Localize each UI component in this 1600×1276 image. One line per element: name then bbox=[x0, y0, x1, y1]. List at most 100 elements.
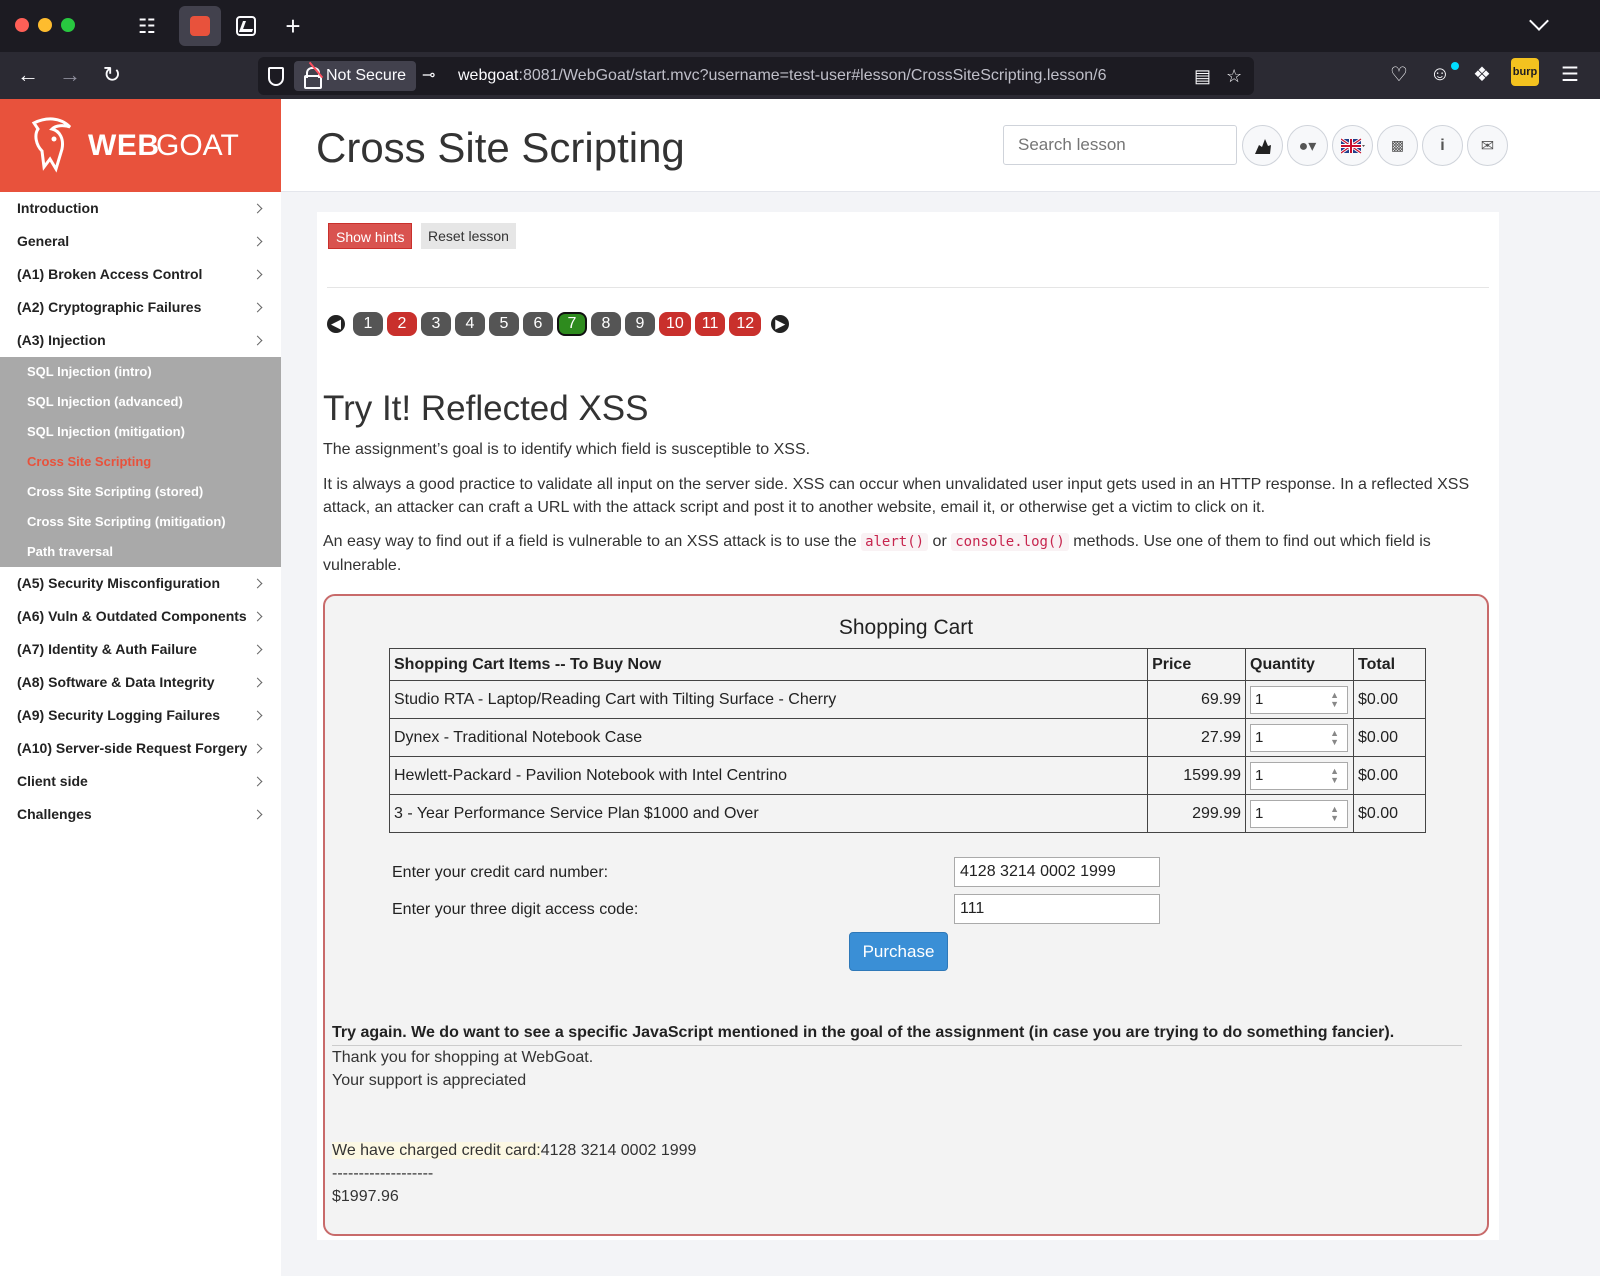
item-cell: Studio RTA - Laptop/Reading Cart with Ti… bbox=[388, 680, 1149, 719]
webgoat-favicon-icon bbox=[190, 16, 210, 36]
total-cell: $0.00 bbox=[1353, 794, 1426, 833]
language-button[interactable] bbox=[1332, 125, 1373, 166]
page-title: Cross Site Scripting bbox=[316, 124, 685, 171]
sidebar-item-software-data-integrity[interactable]: (A8) Software & Data Integrity bbox=[0, 666, 281, 699]
sidebar-item-general[interactable]: General bbox=[0, 225, 281, 258]
submenu-item-sql-injection-intro[interactable]: SQL Injection (intro) bbox=[0, 357, 281, 387]
stepper-arrows-icon[interactable]: ▲ ▼ bbox=[1330, 766, 1339, 785]
about-button[interactable]: i bbox=[1422, 125, 1463, 166]
maximize-window-button[interactable] bbox=[61, 18, 75, 32]
page-button-9[interactable]: 9 bbox=[625, 312, 655, 336]
wolf-icon bbox=[1254, 138, 1271, 154]
sidebar-item-label: (A9) Security Logging Failures bbox=[17, 707, 221, 723]
credit-card-input[interactable]: 4128 3214 0002 1999 bbox=[954, 857, 1160, 887]
sidebar-item-security-logging-failures[interactable]: (A9) Security Logging Failures bbox=[0, 699, 281, 732]
quantity-stepper[interactable]: 1 ▲ ▼ bbox=[1250, 799, 1349, 828]
sidebar-item-cryptographic-failures[interactable]: (A2) Cryptographic Failures bbox=[0, 291, 281, 324]
user-menu-button[interactable]: ●▾ bbox=[1287, 125, 1328, 166]
lesson-content: Show hints Reset lesson ◀ 1 2 3 4 5 6 7 … bbox=[317, 212, 1499, 1240]
pocket-icon[interactable]: ♡ bbox=[1385, 60, 1413, 88]
item-cell: Hewlett-Packard - Pavilion Notebook with… bbox=[388, 756, 1149, 795]
url-text[interactable]: webgoat:8081/WebGoat/start.mvc?username=… bbox=[458, 67, 1106, 85]
webgoat-logo[interactable]: WEB GOAT bbox=[0, 99, 281, 192]
account-icon[interactable]: ☺ bbox=[1426, 60, 1454, 88]
next-page-arrow-icon[interactable]: ▶ bbox=[771, 315, 790, 333]
charged-amount: $1997.96 bbox=[332, 1188, 399, 1205]
contact-button[interactable]: ✉ bbox=[1467, 125, 1508, 166]
stepper-arrows-icon[interactable]: ▲ ▼ bbox=[1330, 804, 1339, 823]
sidebar-item-injection[interactable]: (A3) Injection bbox=[0, 324, 281, 357]
quantity-stepper[interactable]: 1 ▲ ▼ bbox=[1250, 685, 1349, 714]
back-arrow-icon[interactable]: ← bbox=[12, 59, 44, 91]
page-button-8[interactable]: 8 bbox=[591, 312, 621, 336]
reload-icon[interactable]: ↻ bbox=[96, 59, 128, 91]
chevron-right-icon bbox=[252, 776, 263, 787]
page-button-10[interactable]: 10 bbox=[659, 312, 691, 336]
chevron-right-icon bbox=[252, 677, 263, 688]
purchase-button[interactable]: Purchase bbox=[849, 932, 948, 971]
sidebar-item-introduction[interactable]: Introduction bbox=[0, 192, 281, 225]
submenu-item-path-traversal[interactable]: Path traversal bbox=[0, 537, 281, 567]
previous-page-arrow-icon[interactable]: ◀ bbox=[327, 315, 345, 333]
forward-arrow-icon[interactable]: → bbox=[54, 59, 86, 91]
page-button-11[interactable]: 11 bbox=[694, 312, 726, 336]
not-secure-badge[interactable]: Not Secure bbox=[294, 61, 417, 91]
quantity-stepper[interactable]: 1 ▲ ▼ bbox=[1250, 761, 1349, 790]
show-hints-button[interactable]: Show hints bbox=[328, 223, 413, 249]
url-host: webgoat bbox=[458, 67, 519, 84]
sidebar-item-broken-access-control[interactable]: (A1) Broken Access Control bbox=[0, 258, 281, 291]
page-button-5[interactable]: 5 bbox=[489, 312, 519, 336]
sidebar-item-security-misconfiguration[interactable]: (A5) Security Misconfiguration bbox=[0, 567, 281, 600]
quantity-stepper[interactable]: 1 ▲ ▼ bbox=[1250, 723, 1349, 752]
info-icon: i bbox=[1440, 136, 1445, 154]
sidebar-item-vuln-outdated-components[interactable]: (A6) Vuln & Outdated Components bbox=[0, 600, 281, 633]
tab-burp[interactable] bbox=[230, 10, 262, 42]
reader-view-icon[interactable]: ▤ bbox=[1194, 66, 1211, 87]
chevron-right-icon bbox=[252, 710, 263, 721]
submenu-item-cross-site-scripting[interactable]: Cross Site Scripting bbox=[0, 447, 281, 477]
search-input[interactable] bbox=[1003, 125, 1237, 165]
page-button-12[interactable]: 12 bbox=[729, 312, 762, 336]
page-button-6[interactable]: 6 bbox=[523, 312, 553, 336]
page-button-3[interactable]: 3 bbox=[421, 312, 451, 336]
submenu-item-cross-site-scripting-mitigation[interactable]: Cross Site Scripting (mitigation) bbox=[0, 507, 281, 537]
tracking-shield-icon[interactable] bbox=[268, 67, 284, 86]
close-window-button[interactable] bbox=[15, 18, 29, 32]
reset-lesson-button[interactable]: Reset lesson bbox=[421, 223, 516, 249]
chevron-right-icon bbox=[252, 236, 263, 247]
new-tab-plus-icon[interactable]: + bbox=[277, 10, 309, 42]
sidebar-item-challenges[interactable]: Challenges bbox=[0, 798, 281, 831]
quantity-value: 1 bbox=[1255, 804, 1264, 822]
submenu-item-cross-site-scripting-stored[interactable]: Cross Site Scripting (stored) bbox=[0, 477, 281, 507]
page-button-4[interactable]: 4 bbox=[455, 312, 485, 336]
sidebar-item-ssrf[interactable]: (A10) Server-side Request Forgery bbox=[0, 732, 281, 765]
bookmark-star-icon[interactable]: ☆ bbox=[1226, 66, 1242, 87]
submenu-item-sql-injection-advanced[interactable]: SQL Injection (advanced) bbox=[0, 387, 281, 417]
cart-title: Shopping Cart bbox=[838, 616, 974, 639]
report-card-button[interactable]: ▩ bbox=[1377, 125, 1418, 166]
access-code-input[interactable]: 111 bbox=[954, 894, 1160, 924]
sidebar-item-identity-auth-failure[interactable]: (A7) Identity & Auth Failure bbox=[0, 633, 281, 666]
minimize-window-button[interactable] bbox=[38, 18, 52, 32]
submenu-item-sql-injection-mitigation[interactable]: SQL Injection (mitigation) bbox=[0, 417, 281, 447]
tab-webgoat[interactable] bbox=[179, 6, 221, 46]
key-icon[interactable]: ⊸ bbox=[422, 65, 435, 85]
stepper-arrows-icon[interactable]: ▲ ▼ bbox=[1330, 728, 1339, 747]
credit-card-label: Enter your credit card number: bbox=[392, 864, 609, 881]
page-button-1[interactable]: 1 bbox=[353, 312, 383, 336]
url-bar[interactable]: Not Secure ⊸ webgoat:8081/WebGoat/start.… bbox=[258, 57, 1254, 95]
chevron-right-icon bbox=[252, 302, 263, 313]
page-button-2[interactable]: 2 bbox=[387, 312, 417, 336]
quantity-value: 1 bbox=[1255, 728, 1264, 746]
wolf-report-button[interactable] bbox=[1242, 125, 1283, 166]
sidebar-item-label: (A8) Software & Data Integrity bbox=[17, 674, 215, 690]
extensions-puzzle-icon[interactable]: ❖ bbox=[1468, 60, 1496, 88]
tab-overview-icon[interactable]: ☷ bbox=[131, 10, 163, 42]
sidebar-item-client-side[interactable]: Client side bbox=[0, 765, 281, 798]
page-button-7[interactable]: 7 bbox=[557, 312, 587, 336]
webgoat-page: WEB GOAT Cross Site Scripting ●▾ ▩ i ✉ I… bbox=[0, 99, 1600, 1276]
burp-extension-icon[interactable]: burp bbox=[1511, 58, 1539, 86]
menu-hamburger-icon[interactable]: ☰ bbox=[1556, 60, 1584, 88]
stepper-arrows-icon[interactable]: ▲ ▼ bbox=[1330, 690, 1339, 709]
tab-list-chevron-icon[interactable] bbox=[1529, 11, 1549, 31]
